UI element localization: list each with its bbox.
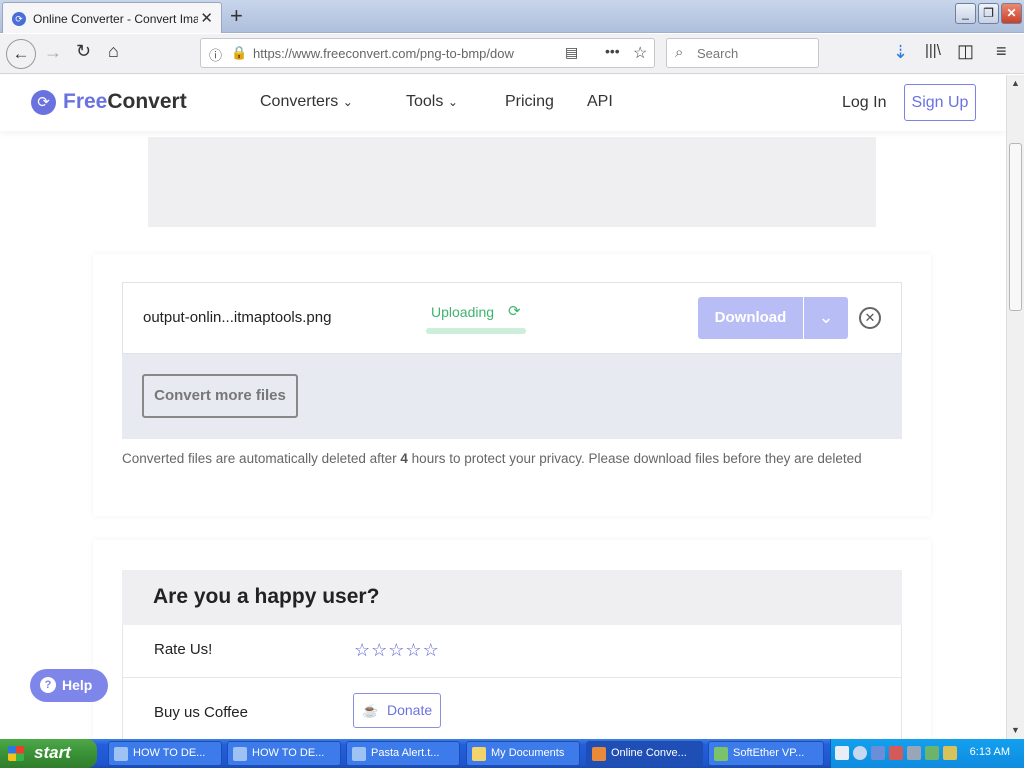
tab-close-icon[interactable]: ✕ xyxy=(200,9,213,27)
feedback-title: Are you a happy user? xyxy=(153,585,380,608)
app-tray-icon[interactable] xyxy=(943,746,957,760)
forward-arrow-icon[interactable]: → xyxy=(44,42,62,63)
login-link[interactable]: Log In xyxy=(842,94,886,112)
restore-button[interactable]: ❐ xyxy=(978,3,999,24)
taskbar-item[interactable]: HOW TO DE... xyxy=(108,741,222,766)
download-button[interactable]: Download xyxy=(698,297,803,339)
upload-progress-bar xyxy=(426,328,526,334)
coffee-row: Buy us Coffee ☕ Donate xyxy=(122,678,902,748)
notepad-icon xyxy=(352,747,366,761)
site-header: ⟳ FreeConvert Converters ⌄ Tools ⌄ Prici… xyxy=(0,75,1006,131)
search-icon: ⌕ xyxy=(675,44,684,61)
search-placeholder: Search xyxy=(697,46,739,61)
volume-icon[interactable] xyxy=(907,746,921,760)
reader-view-icon[interactable]: ▤ xyxy=(565,44,578,61)
taskbar-item[interactable]: HOW TO DE... xyxy=(227,741,341,766)
scroll-up-arrow-icon[interactable]: ▲ xyxy=(1007,75,1024,91)
signup-button[interactable]: Sign Up xyxy=(904,84,976,121)
freeconvert-favicon-icon: ⟳ xyxy=(12,12,26,26)
nav-converters[interactable]: Converters ⌄ xyxy=(260,93,353,111)
file-row: output-onlin...itmaptools.png Uploading … xyxy=(122,282,902,354)
help-button[interactable]: ? Help xyxy=(30,669,108,702)
home-icon[interactable]: ⌂ xyxy=(108,41,119,62)
star-icon[interactable]: ☆ xyxy=(423,640,439,660)
start-button[interactable]: start xyxy=(0,739,97,768)
reload-icon[interactable]: ↻ xyxy=(76,41,91,62)
system-tray: 6:13 AM xyxy=(830,739,1024,768)
star-icon[interactable]: ☆ xyxy=(371,640,387,660)
feedback-header: Are you a happy user? xyxy=(122,570,902,625)
file-name: output-onlin...itmaptools.png xyxy=(143,309,332,326)
collapse-tray-icon[interactable] xyxy=(853,746,867,760)
taskbar-item-active[interactable]: Online Conve... xyxy=(586,741,703,766)
chevron-down-icon: ⌄ xyxy=(447,95,458,109)
chevron-down-icon: ⌄ xyxy=(342,95,353,109)
security-icon[interactable] xyxy=(889,746,903,760)
star-icon[interactable]: ☆ xyxy=(405,640,421,660)
document-icon xyxy=(114,747,128,761)
browser-tab[interactable]: ⟳ Online Converter - Convert Image ✕ xyxy=(2,2,222,33)
freeconvert-logo-icon[interactable]: ⟳ xyxy=(31,90,56,115)
question-icon: ? xyxy=(40,677,56,693)
menu-hamburger-icon[interactable]: ≡ xyxy=(996,41,1007,62)
remove-file-icon[interactable]: ✕ xyxy=(859,307,881,329)
rate-row: Rate Us! ☆☆☆☆☆ xyxy=(122,625,902,678)
url-text[interactable]: https://www.freeconvert.com/png-to-bmp/d… xyxy=(253,46,533,61)
address-bar[interactable]: ⓘ 🔒 https://www.freeconvert.com/png-to-b… xyxy=(200,38,655,68)
browser-titlebar: ⟳ Online Converter - Convert Image ✕ + _… xyxy=(0,0,1024,33)
taskbar-item[interactable]: My Documents xyxy=(466,741,580,766)
scrollbar-thumb[interactable] xyxy=(1009,143,1022,311)
taskbar-item[interactable]: SoftEther VP... xyxy=(708,741,824,766)
folder-icon xyxy=(472,747,486,761)
download-arrow-icon[interactable]: ⇣ xyxy=(893,42,908,63)
star-rating[interactable]: ☆☆☆☆☆ xyxy=(354,640,440,661)
tab-title: Online Converter - Convert Image xyxy=(33,12,198,26)
browser-navbar: ← → ↻ ⌂ ⓘ 🔒 https://www.freeconvert.com/… xyxy=(0,34,1024,74)
rate-label: Rate Us! xyxy=(154,641,213,658)
coffee-cup-icon: ☕ xyxy=(362,703,379,718)
minimize-button[interactable]: _ xyxy=(955,3,976,24)
search-box[interactable]: ⌕ Search xyxy=(666,38,819,68)
new-tab-button[interactable]: + xyxy=(230,3,243,29)
close-window-button[interactable]: ✕ xyxy=(1001,3,1022,24)
nav-api[interactable]: API xyxy=(587,93,613,111)
document-icon xyxy=(233,747,247,761)
windows-flag-icon xyxy=(8,746,24,761)
clock: 6:13 AM xyxy=(969,746,1010,758)
donate-button[interactable]: ☕ Donate xyxy=(353,693,441,728)
network-icon[interactable] xyxy=(871,746,885,760)
vertical-scrollbar[interactable]: ▲ ▼ xyxy=(1006,75,1024,739)
coffee-label: Buy us Coffee xyxy=(154,704,248,721)
keyboard-icon[interactable] xyxy=(835,746,849,760)
bookmark-star-icon[interactable]: ☆ xyxy=(633,43,647,63)
scroll-down-arrow-icon[interactable]: ▼ xyxy=(1007,722,1024,738)
refresh-icon: ⟳ xyxy=(508,303,521,320)
upload-status: Uploading xyxy=(431,304,495,320)
star-icon[interactable]: ☆ xyxy=(354,640,370,660)
convert-more-area: Convert more files xyxy=(122,354,902,439)
back-arrow-icon[interactable]: ← xyxy=(6,39,36,69)
nav-tools[interactable]: Tools ⌄ xyxy=(406,93,458,111)
info-icon[interactable]: ⓘ xyxy=(209,45,222,64)
firefox-icon xyxy=(592,747,606,761)
phone-icon[interactable] xyxy=(925,746,939,760)
star-icon[interactable]: ☆ xyxy=(388,640,404,660)
nav-pricing[interactable]: Pricing xyxy=(505,93,554,111)
taskbar-item[interactable]: Pasta Alert.t... xyxy=(346,741,460,766)
site-logo[interactable]: FreeConvert xyxy=(63,90,187,114)
convert-more-files-button[interactable]: Convert more files xyxy=(142,374,298,418)
vpn-icon xyxy=(714,747,728,761)
lock-icon: 🔒 xyxy=(231,45,248,60)
ad-placeholder xyxy=(148,137,876,227)
windows-taskbar: start HOW TO DE... HOW TO DE... Pasta Al… xyxy=(0,739,1024,768)
page-actions-icon[interactable]: ••• xyxy=(605,43,620,59)
upload-progress-fill xyxy=(426,328,526,334)
library-icon[interactable]: |||\ xyxy=(925,42,941,59)
sidebar-icon[interactable]: ◫ xyxy=(957,41,974,62)
download-options-chevron-icon[interactable]: ⌄ xyxy=(804,297,848,339)
privacy-notice: Converted files are automatically delete… xyxy=(122,451,862,466)
